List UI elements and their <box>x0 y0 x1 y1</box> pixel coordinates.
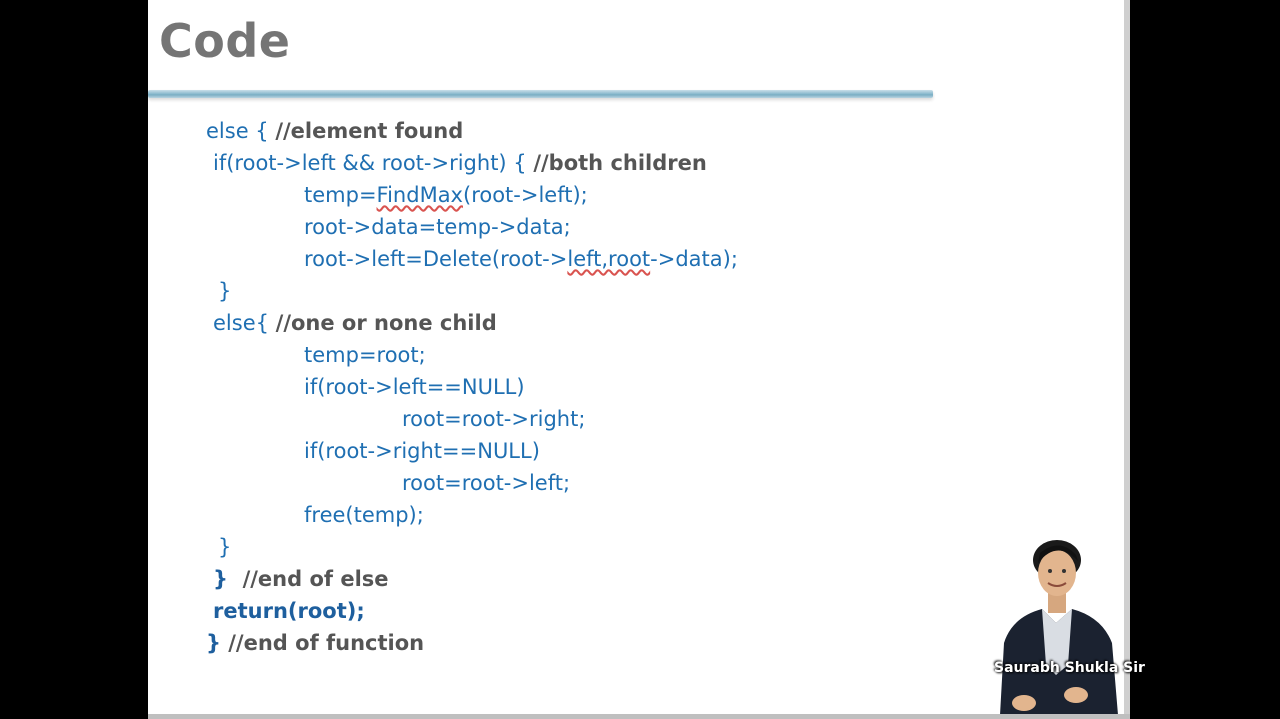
code-text: temp= <box>304 183 377 207</box>
code-line-10: root=root->right; <box>402 407 586 431</box>
code-comment: //end of else <box>242 567 389 591</box>
code-text: } <box>213 567 243 591</box>
code-line-8: temp=root; <box>304 343 426 367</box>
code-line-6: } <box>218 279 232 303</box>
spellcheck-word: FindMax <box>376 183 463 207</box>
code-comment: //element found <box>275 119 464 143</box>
code-comment: //one or none child <box>275 311 497 335</box>
slide-bottom-edge <box>148 714 1130 719</box>
slide: Code else { //element found if(root->lef… <box>148 0 1130 714</box>
code-line-12: root=root->left; <box>402 471 571 495</box>
code-text: else{ <box>213 311 276 335</box>
code-text: (root->left); <box>463 183 588 207</box>
spellcheck-word: left,root <box>567 247 651 271</box>
code-line-9: if(root->left==NULL) <box>304 375 525 399</box>
code-text: else { <box>206 119 276 143</box>
code-line-5: root->left=Delete(root->left,root->data)… <box>304 243 738 275</box>
code-line-17: } //end of function <box>206 627 424 659</box>
code-line-11: if(root->right==NULL) <box>304 439 540 463</box>
code-text: } <box>206 631 229 655</box>
code-text: root->left=Delete(root-> <box>304 247 568 271</box>
code-line-7: else{ //one or none child <box>213 307 497 339</box>
code-line-13: free(temp); <box>304 503 424 527</box>
code-line-2: if(root->left && root->right) { //both c… <box>213 147 707 179</box>
code-text: ->data); <box>650 247 738 271</box>
code-line-15: } //end of else <box>213 563 389 595</box>
presenter-name: Saurabh Shukla Sir <box>994 660 1145 676</box>
slide-title: Code <box>159 14 291 68</box>
code-comment: //end of function <box>228 631 425 655</box>
code-line-16: return(root); <box>213 599 365 623</box>
code-line-3: temp=FindMax(root->left); <box>304 179 588 211</box>
presenter-image <box>1000 540 1118 715</box>
code-line-1: else { //element found <box>206 115 463 147</box>
code-line-4: root->data=temp->data; <box>304 215 571 239</box>
title-divider <box>148 90 933 98</box>
code-text: if(root->left && root->right) { <box>213 151 534 175</box>
code-line-14: } <box>218 535 232 559</box>
code-comment: //both children <box>533 151 707 175</box>
